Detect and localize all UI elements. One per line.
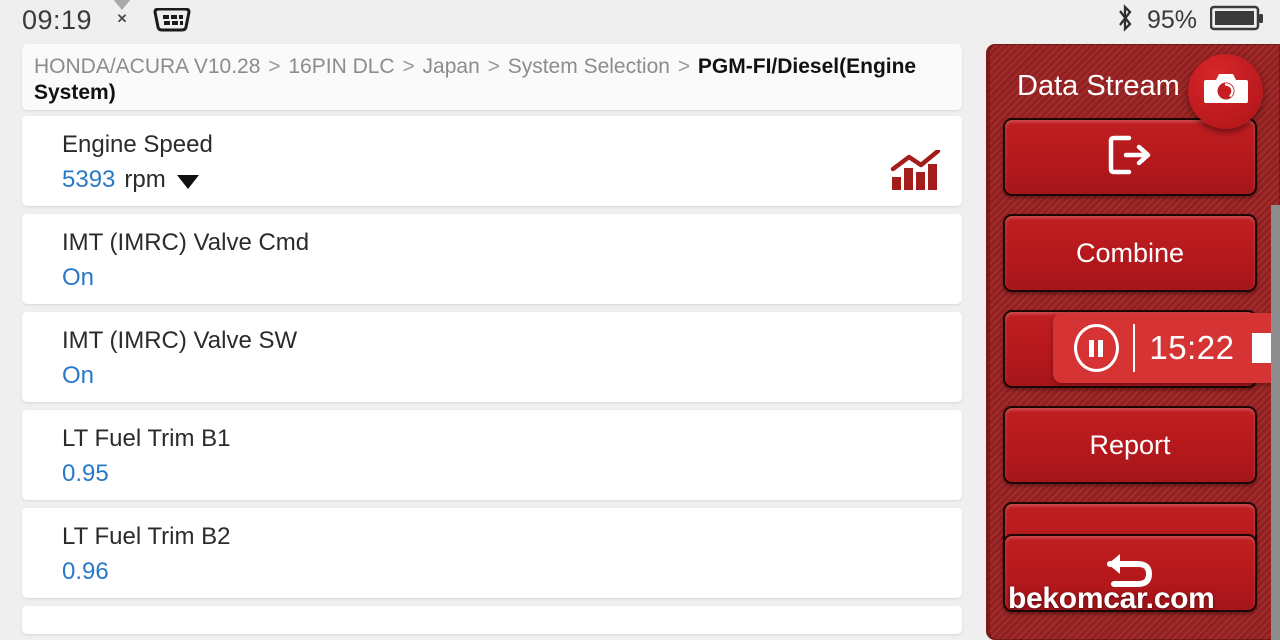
parameter-value-line: On [62,361,962,391]
data-stream-list: Engine Speed 5393 rpm IMT (IMRC) Valve C… [22,116,962,640]
battery-icon [1209,4,1264,37]
table-row[interactable]: LT Fuel Trim B1 0.95 [22,410,962,500]
report-button[interactable]: Report [1003,406,1257,484]
parameter-name: LT Fuel Trim B1 [62,425,231,452]
status-bar-left: 09:19 ✕ [22,0,192,40]
parameter-name: LT Fuel Trim B2 [62,523,231,550]
parameter-value: 0.96 [62,558,109,585]
bluetooth-icon [1116,3,1134,37]
breadcrumb-text: HONDA/ACURA V10.28 > 16PIN DLC > Japan >… [34,54,948,106]
parameter-value-line: 0.95 [62,459,962,489]
parameter-unit: rpm [124,166,166,193]
panel-title: Data Stream [1017,70,1180,102]
breadcrumb-item-0[interactable]: HONDA/ACURA V10.28 [34,55,260,78]
table-row[interactable]: IMT (IMRC) Valve SW On [22,312,962,402]
obd-connector-icon [152,7,192,32]
breadcrumb-separator: > [487,55,500,78]
table-row[interactable] [22,606,962,634]
breadcrumb-item-2[interactable]: Japan [423,55,480,78]
combine-button-label: Combine [1075,237,1185,268]
breadcrumb-item-1[interactable]: 16PIN DLC [288,55,394,78]
breadcrumb-separator: > [402,55,415,78]
battery-percent-label: 95% [1146,5,1197,34]
breadcrumb[interactable]: HONDA/ACURA V10.28 > 16PIN DLC > Japan >… [22,44,962,110]
parameter-value-line: 0.96 [62,557,962,587]
exit-icon [1106,134,1154,181]
wifi-off-icon: ✕ [108,0,137,30]
table-row[interactable]: IMT (IMRC) Valve Cmd On [22,214,962,304]
divider [1132,324,1136,372]
pause-icon[interactable] [1074,324,1119,372]
parameter-name: IMT (IMRC) Valve Cmd [62,229,310,256]
parameter-value-line: 5393 rpm [62,165,962,195]
parameter-value: 0.95 [62,460,109,487]
camera-icon [1203,70,1249,113]
breadcrumb-separator: > [677,55,691,78]
bar-chart-icon[interactable] [890,148,942,192]
watermark: bekomcar.com [1008,582,1215,615]
parameter-value-line: On [62,263,962,293]
parameter-value: On [62,264,95,291]
status-bar-right: 95% [1116,0,1264,40]
chevron-down-icon[interactable] [176,174,199,189]
screenshot-button[interactable] [1188,54,1263,129]
breadcrumb-separator: > [268,55,281,78]
clock: 09:19 [22,4,93,35]
parameter-name: Engine Speed [62,131,213,158]
parameter-name: IMT (IMRC) Valve SW [62,327,298,354]
exit-button[interactable] [1003,118,1257,196]
breadcrumb-item-3[interactable]: System Selection [508,55,670,78]
report-button-label: Report [1089,429,1171,460]
parameter-value: On [62,362,95,389]
combine-button[interactable]: Combine [1003,214,1257,292]
recording-overlay: 15:22 [1053,313,1280,383]
table-row[interactable]: Engine Speed 5393 rpm [22,116,962,206]
app-root: 09:19 ✕ 95% HONDA/ACURA V10.28 > 16PIN D… [0,0,1280,640]
status-bar: 09:19 ✕ 95% [0,0,1280,40]
recording-timer: 15:22 [1149,329,1235,366]
parameter-value: 5393 [62,166,116,193]
scrollbar[interactable] [1271,205,1280,640]
table-row[interactable]: LT Fuel Trim B2 0.96 [22,508,962,598]
